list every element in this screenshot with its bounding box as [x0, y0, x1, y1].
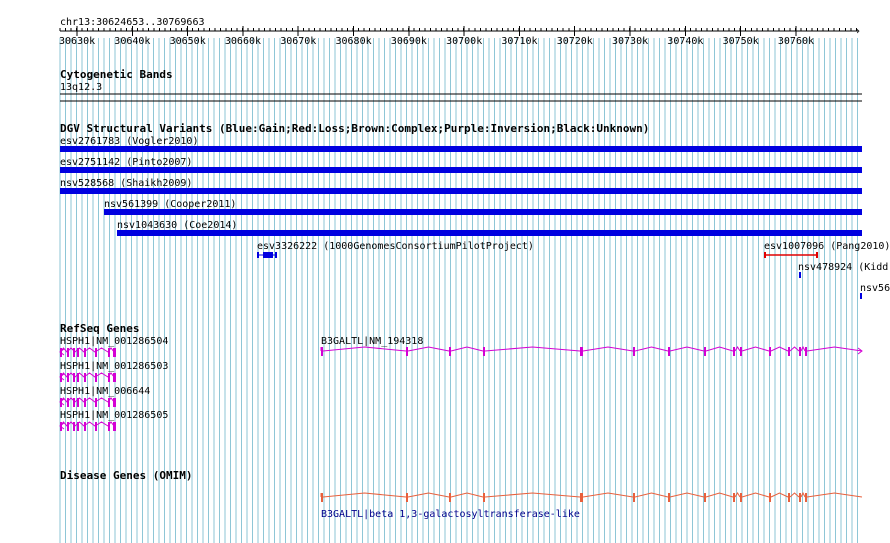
- variant-bar[interactable]: [104, 209, 862, 215]
- ruler-tick-label: 30700k: [446, 36, 482, 47]
- variant-bar[interactable]: [860, 293, 862, 299]
- ruler-tick-label: 30670k: [280, 36, 316, 47]
- ruler-tick-label: 30650k: [170, 36, 206, 47]
- variant-bar[interactable]: [117, 230, 862, 236]
- variant-label[interactable]: nsv1043630 (Coe2014): [117, 220, 237, 231]
- variant-label[interactable]: esv3326222 (1000GenomesConsortiumPilotPr…: [257, 241, 534, 252]
- variant-label[interactable]: nsv478924 (Kidd: [798, 262, 888, 273]
- omim-gene-label[interactable]: B3GALTL|beta 1,3-galactosyltransferase-l…: [321, 509, 580, 520]
- variant-bar[interactable]: [799, 272, 801, 278]
- variant-label[interactable]: nsv561399 (Cooper2011): [104, 199, 236, 210]
- dgv-track: DGV Structural Variants (Blue:Gain;Red:L…: [60, 122, 890, 299]
- ruler-arrow-right: ›: [855, 26, 861, 37]
- ruler-tick-label: 30760k: [778, 36, 814, 47]
- omim-title: Disease Genes (OMIM): [60, 469, 192, 482]
- gene-label[interactable]: HSPH1|NM_001286505: [60, 410, 168, 421]
- ruler-tick-label: 30710k: [501, 36, 537, 47]
- ruler: chr13:30624653..30769663 › 30630k 30640k 3…: [59, 17, 861, 47]
- ruler-tick-label: 30640k: [114, 36, 150, 47]
- variant-label[interactable]: nsv528568 (Shaikh2009): [60, 178, 192, 189]
- cytoband-label: 13q12.3: [60, 82, 102, 93]
- variant-bar[interactable]: [60, 146, 862, 152]
- ruler-tick-label: 30720k: [557, 36, 593, 47]
- gene-label[interactable]: HSPH1|NM_001286504: [60, 336, 168, 347]
- refseq-title: RefSeq Genes: [60, 322, 139, 335]
- ruler-tick-label: 30740k: [667, 36, 703, 47]
- track-panel: chr13:30624653..30769663 › 30630k 30640k 3…: [59, 17, 890, 543]
- gene-label[interactable]: B3GALTL|NM_194318: [321, 336, 423, 347]
- gene-label[interactable]: HSPH1|NM_001286503: [60, 361, 168, 372]
- variant-label[interactable]: esv2751142 (Pinto2007): [60, 157, 192, 168]
- variant-label[interactable]: esv1007096 (Pang2010): [764, 241, 890, 252]
- ruler-tick-label: 30690k: [391, 36, 427, 47]
- ruler-tick-label: 30630k: [59, 36, 95, 47]
- ruler-tick-label: 30730k: [612, 36, 648, 47]
- gene-label[interactable]: HSPH1|NM_006644: [60, 386, 150, 397]
- variant-label[interactable]: esv2761783 (Vogler2010): [60, 136, 198, 147]
- grid-lines: [59, 38, 858, 543]
- variant-bar[interactable]: [60, 188, 862, 194]
- ruler-tick-label: 30750k: [723, 36, 759, 47]
- variant-bar[interactable]: [60, 167, 862, 173]
- dgv-title: DGV Structural Variants (Blue:Gain;Red:L…: [60, 122, 649, 135]
- ruler-tick-label: 30660k: [225, 36, 261, 47]
- ruler-tick-label: 30680k: [336, 36, 372, 47]
- cytoband-title: Cytogenetic Bands: [60, 68, 173, 81]
- genome-browser: chr13:30624653..30769663 › 30630k 30640k 3…: [0, 0, 890, 543]
- ruler-ticks: 30630k 30640k 30650k 30660k 30670k 30680k 3069…: [59, 26, 857, 47]
- variant-label[interactable]: nsv56: [860, 283, 890, 294]
